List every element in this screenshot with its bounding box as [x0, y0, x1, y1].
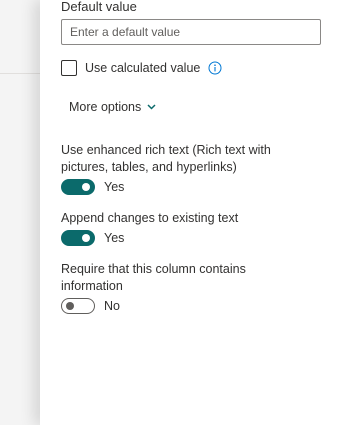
backdrop-divider — [0, 73, 40, 74]
require-information-state: No — [104, 299, 120, 313]
require-information-toggle[interactable] — [61, 298, 95, 314]
enhanced-rich-text-toggle[interactable] — [61, 179, 95, 195]
require-information-label: Require that this column contains inform… — [61, 262, 246, 293]
default-value-input[interactable] — [61, 19, 321, 45]
toggle-knob — [66, 302, 74, 310]
append-changes-toggle[interactable] — [61, 230, 95, 246]
chevron-down-icon — [147, 104, 156, 110]
default-value-label: Default value — [61, 0, 137, 14]
enhanced-rich-text-row: Yes — [61, 178, 124, 196]
column-settings-panel: Default value Use calculated value More … — [40, 0, 345, 425]
page-backdrop — [0, 0, 40, 425]
toggle-knob — [82, 183, 90, 191]
append-changes-row: Yes — [61, 229, 124, 247]
enhanced-rich-text-state: Yes — [104, 180, 125, 194]
enhanced-rich-text-label: Use enhanced rich text (Rich text with p… — [61, 143, 271, 174]
append-changes-state: Yes — [104, 231, 125, 245]
more-options-button[interactable]: More options — [69, 100, 156, 114]
more-options-label: More options — [69, 100, 142, 114]
use-calculated-value-checkbox[interactable] — [61, 60, 77, 76]
info-icon[interactable] — [208, 61, 222, 75]
use-calculated-value-row: Use calculated value — [61, 59, 222, 77]
toggle-knob — [82, 234, 90, 242]
append-changes-label: Append changes to existing text — [61, 211, 239, 225]
use-calculated-value-label[interactable]: Use calculated value — [85, 61, 200, 75]
require-information-row: No — [61, 297, 120, 315]
